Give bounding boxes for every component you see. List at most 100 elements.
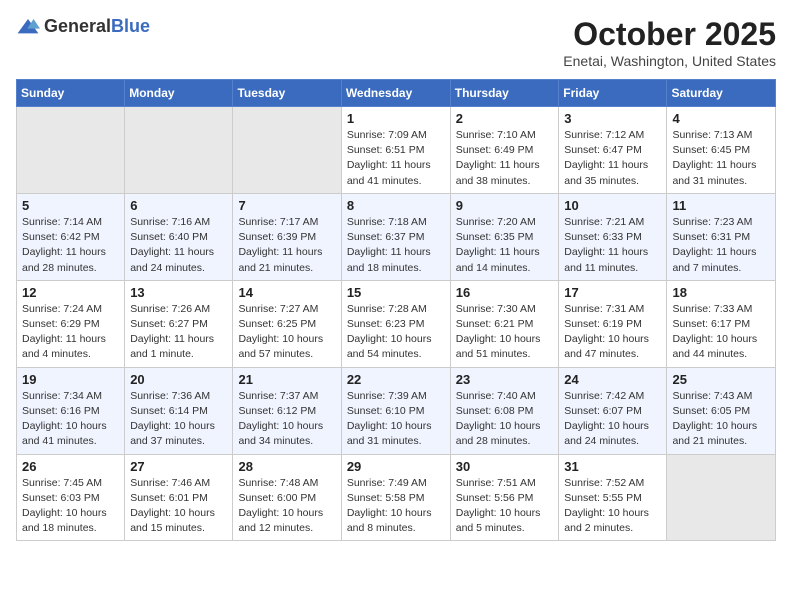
day-info: Sunrise: 7:17 AMSunset: 6:39 PMDaylight:… <box>238 215 335 276</box>
day-info: Sunrise: 7:43 AMSunset: 6:05 PMDaylight:… <box>672 389 770 450</box>
day-info: Sunrise: 7:39 AMSunset: 6:10 PMDaylight:… <box>347 389 445 450</box>
day-number: 3 <box>564 111 661 126</box>
day-info: Sunrise: 7:28 AMSunset: 6:23 PMDaylight:… <box>347 302 445 363</box>
header-day: Friday <box>559 80 667 107</box>
calendar-week-row: 12Sunrise: 7:24 AMSunset: 6:29 PMDayligh… <box>17 280 776 367</box>
calendar-week-row: 19Sunrise: 7:34 AMSunset: 6:16 PMDayligh… <box>17 367 776 454</box>
calendar-week-row: 5 Sunrise: 7:14 AMSunset: 6:42 PMDaylight… <box>17 193 776 280</box>
day-number: 9 <box>456 198 554 213</box>
calendar-cell: 28 Sunrise: 7:48 AMSunset: 6:00 PMDayligh… <box>233 454 341 541</box>
day-info: Sunrise: 7:23 AMSunset: 6:31 PMDaylight:… <box>672 215 770 276</box>
day-number: 5 <box>22 198 119 213</box>
day-info: Sunrise: 7:37 AMSunset: 6:12 PMDaylight:… <box>238 389 335 450</box>
calendar-cell: 16 Sunrise: 7:30 AMSunset: 6:21 PMDayligh… <box>450 280 559 367</box>
day-info: Sunrise: 7:14 AMSunset: 6:42 PMDaylight:… <box>22 215 119 276</box>
day-info: Sunrise: 7:31 AMSunset: 6:19 PMDaylight:… <box>564 302 661 363</box>
day-number: 16 <box>456 285 554 300</box>
calendar-cell: 14 Sunrise: 7:27 AMSunset: 6:25 PMDayligh… <box>233 280 341 367</box>
calendar-cell <box>233 107 341 194</box>
calendar-cell: 8Sunrise: 7:18 AMSunset: 6:37 PMDaylight… <box>341 193 450 280</box>
calendar-cell: 6 Sunrise: 7:16 AMSunset: 6:40 PMDaylight… <box>125 193 233 280</box>
calendar-cell: 25Sunrise: 7:43 AMSunset: 6:05 PMDayligh… <box>667 367 776 454</box>
header-day: Tuesday <box>233 80 341 107</box>
day-info: Sunrise: 7:30 AMSunset: 6:21 PMDaylight:… <box>456 302 554 363</box>
calendar-cell: 15 Sunrise: 7:28 AMSunset: 6:23 PMDayligh… <box>341 280 450 367</box>
month-title: October 2025 <box>563 16 776 53</box>
day-number: 18 <box>672 285 770 300</box>
day-info: Sunrise: 7:12 AMSunset: 6:47 PMDaylight:… <box>564 128 661 189</box>
day-number: 13 <box>130 285 227 300</box>
day-number: 17 <box>564 285 661 300</box>
header-day: Sunday <box>17 80 125 107</box>
day-info: Sunrise: 7:46 AMSunset: 6:01 PMDaylight:… <box>130 476 227 537</box>
day-info: Sunrise: 7:52 AMSunset: 5:55 PMDaylight:… <box>564 476 661 537</box>
calendar-cell: 17 Sunrise: 7:31 AMSunset: 6:19 PMDayligh… <box>559 280 667 367</box>
day-info: Sunrise: 7:36 AMSunset: 6:14 PMDaylight:… <box>130 389 227 450</box>
day-number: 7 <box>238 198 335 213</box>
header-row: SundayMondayTuesdayWednesdayThursdayFrid… <box>17 80 776 107</box>
calendar-cell: 30Sunrise: 7:51 AMSunset: 5:56 PMDayligh… <box>450 454 559 541</box>
calendar-cell: 7 Sunrise: 7:17 AMSunset: 6:39 PMDaylight… <box>233 193 341 280</box>
calendar-cell: 10Sunrise: 7:21 AMSunset: 6:33 PMDayligh… <box>559 193 667 280</box>
day-number: 8 <box>347 198 445 213</box>
day-number: 15 <box>347 285 445 300</box>
day-info: Sunrise: 7:34 AMSunset: 6:16 PMDaylight:… <box>22 389 119 450</box>
calendar-cell: 22 Sunrise: 7:39 AMSunset: 6:10 PMDayligh… <box>341 367 450 454</box>
day-number: 29 <box>347 459 445 474</box>
day-number: 28 <box>238 459 335 474</box>
day-info: Sunrise: 7:48 AMSunset: 6:00 PMDaylight:… <box>238 476 335 537</box>
day-number: 26 <box>22 459 119 474</box>
day-number: 24 <box>564 372 661 387</box>
day-number: 14 <box>238 285 335 300</box>
calendar-week-row: 26 Sunrise: 7:45 AMSunset: 6:03 PMDayligh… <box>17 454 776 541</box>
calendar-cell: 29Sunrise: 7:49 AMSunset: 5:58 PMDayligh… <box>341 454 450 541</box>
day-info: Sunrise: 7:51 AMSunset: 5:56 PMDaylight:… <box>456 476 554 537</box>
calendar-cell: 24 Sunrise: 7:42 AMSunset: 6:07 PMDayligh… <box>559 367 667 454</box>
logo-blue: Blue <box>111 16 150 36</box>
calendar-cell: 9 Sunrise: 7:20 AMSunset: 6:35 PMDaylight… <box>450 193 559 280</box>
logo-general: General <box>44 16 111 36</box>
day-number: 22 <box>347 372 445 387</box>
day-info: Sunrise: 7:26 AMSunset: 6:27 PMDaylight:… <box>130 302 227 363</box>
day-number: 11 <box>672 198 770 213</box>
calendar-cell: 27 Sunrise: 7:46 AMSunset: 6:01 PMDayligh… <box>125 454 233 541</box>
calendar-cell <box>667 454 776 541</box>
day-info: Sunrise: 7:16 AMSunset: 6:40 PMDaylight:… <box>130 215 227 276</box>
day-info: Sunrise: 7:27 AMSunset: 6:25 PMDaylight:… <box>238 302 335 363</box>
calendar-cell: 2Sunrise: 7:10 AMSunset: 6:49 PMDaylight… <box>450 107 559 194</box>
calendar-cell <box>125 107 233 194</box>
calendar-cell <box>17 107 125 194</box>
calendar-cell: 3 Sunrise: 7:12 AMSunset: 6:47 PMDaylight… <box>559 107 667 194</box>
calendar-cell: 31Sunrise: 7:52 AMSunset: 5:55 PMDayligh… <box>559 454 667 541</box>
day-info: Sunrise: 7:33 AMSunset: 6:17 PMDaylight:… <box>672 302 770 363</box>
calendar-cell: 4Sunrise: 7:13 AMSunset: 6:45 PMDaylight… <box>667 107 776 194</box>
day-number: 2 <box>456 111 554 126</box>
header-day: Wednesday <box>341 80 450 107</box>
day-info: Sunrise: 7:40 AMSunset: 6:08 PMDaylight:… <box>456 389 554 450</box>
calendar-cell: 12Sunrise: 7:24 AMSunset: 6:29 PMDayligh… <box>17 280 125 367</box>
calendar-header: SundayMondayTuesdayWednesdayThursdayFrid… <box>17 80 776 107</box>
calendar-cell: 18 Sunrise: 7:33 AMSunset: 6:17 PMDayligh… <box>667 280 776 367</box>
logo-icon <box>16 17 40 37</box>
calendar-cell: 19Sunrise: 7:34 AMSunset: 6:16 PMDayligh… <box>17 367 125 454</box>
day-number: 27 <box>130 459 227 474</box>
calendar-cell: 26 Sunrise: 7:45 AMSunset: 6:03 PMDayligh… <box>17 454 125 541</box>
calendar-week-row: 1Sunrise: 7:09 AMSunset: 6:51 PMDaylight… <box>17 107 776 194</box>
day-info: Sunrise: 7:20 AMSunset: 6:35 PMDaylight:… <box>456 215 554 276</box>
header-day: Saturday <box>667 80 776 107</box>
day-number: 4 <box>672 111 770 126</box>
header-day: Monday <box>125 80 233 107</box>
calendar-cell: 5 Sunrise: 7:14 AMSunset: 6:42 PMDaylight… <box>17 193 125 280</box>
header-day: Thursday <box>450 80 559 107</box>
page-header: GeneralBlue October 2025 Enetai, Washing… <box>16 16 776 69</box>
calendar-cell: 21 Sunrise: 7:37 AMSunset: 6:12 PMDayligh… <box>233 367 341 454</box>
day-info: Sunrise: 7:45 AMSunset: 6:03 PMDaylight:… <box>22 476 119 537</box>
day-info: Sunrise: 7:24 AMSunset: 6:29 PMDaylight:… <box>22 302 119 363</box>
day-number: 6 <box>130 198 227 213</box>
day-info: Sunrise: 7:42 AMSunset: 6:07 PMDaylight:… <box>564 389 661 450</box>
day-number: 10 <box>564 198 661 213</box>
day-number: 21 <box>238 372 335 387</box>
logo: GeneralBlue <box>16 16 150 37</box>
calendar-cell: 1Sunrise: 7:09 AMSunset: 6:51 PMDaylight… <box>341 107 450 194</box>
day-info: Sunrise: 7:09 AMSunset: 6:51 PMDaylight:… <box>347 128 445 189</box>
